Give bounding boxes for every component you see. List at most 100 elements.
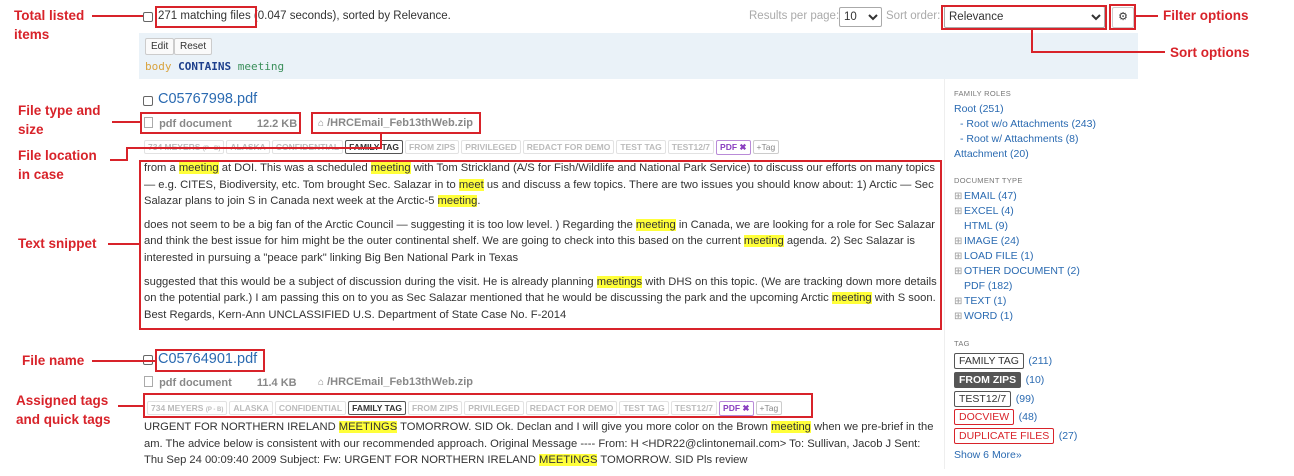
location-path: /HRCEmail_Feb13thWeb.zip xyxy=(327,117,473,129)
tag-test12[interactable]: TEST12/7 xyxy=(667,140,715,154)
facet-tag-duplicate[interactable]: DUPLICATE FILES (27) xyxy=(954,426,1077,444)
tag-meyers[interactable]: 734 MEYERS (P - B) xyxy=(144,140,225,154)
result-file-location[interactable]: ⌂ /HRCEmail_Feb13thWeb.zip xyxy=(318,117,473,129)
callout-line-tags xyxy=(118,405,143,407)
annotation-assigned-tags: Assigned tags and quick tags xyxy=(16,393,111,427)
result-file-location[interactable]: ⌂ /HRCEmail_Feb13thWeb.zip xyxy=(318,376,473,388)
query-panel: Edit Reset body CONTAINS meeting xyxy=(139,33,1138,79)
expand-icon[interactable]: ⊞ xyxy=(954,294,964,309)
callout-line-location-h2 xyxy=(110,159,128,161)
add-tag-button[interactable]: +Tag xyxy=(752,140,780,154)
document-icon xyxy=(144,376,153,387)
annotation-sort-options: Sort options xyxy=(1170,45,1250,60)
facet-text[interactable]: ⊞ TEXT (1) xyxy=(954,294,1006,309)
tag-pdf[interactable]: PDF ✖ xyxy=(716,140,751,155)
callout-line-total xyxy=(92,15,143,17)
annotation-file-type-size: File type and size xyxy=(18,103,101,137)
callout-line-filter xyxy=(1136,15,1158,17)
facet-heading: DOCUMENT TYPE xyxy=(954,176,1023,185)
facet-pdf[interactable]: PDF (182) xyxy=(954,279,1012,294)
file-type: pdf document xyxy=(159,377,232,389)
facet-load-file[interactable]: ⊞ LOAD FILE (1) xyxy=(954,249,1033,264)
remove-tag-icon[interactable]: ✖ xyxy=(742,403,749,413)
timing-text: (0.047 seconds), sorted by xyxy=(253,10,394,22)
tag-alaska[interactable]: ALASKA xyxy=(226,140,270,154)
filter-options-button[interactable]: ⚙ xyxy=(1112,7,1134,28)
folder-icon: ⌂ xyxy=(318,118,325,129)
facet-excel[interactable]: ⊞ EXCEL (4) xyxy=(954,204,1014,219)
annotation-filter-options: Filter options xyxy=(1163,8,1249,23)
matching-count: 271 matching files xyxy=(158,10,251,22)
tag-confidential[interactable]: CONFIDENTIAL xyxy=(271,140,344,154)
query-term: meeting xyxy=(237,60,285,73)
facet-email[interactable]: ⊞ EMAIL (47) xyxy=(954,189,1017,204)
facet-root[interactable]: Root (251) xyxy=(954,102,1004,117)
tag-family[interactable]: FAMILY TAG xyxy=(348,401,406,415)
result-checkbox[interactable] xyxy=(143,355,153,365)
tag-alaska[interactable]: ALASKA xyxy=(229,401,273,415)
sort-order-label: Sort order: xyxy=(886,10,941,22)
tag-test[interactable]: TEST TAG xyxy=(619,401,669,415)
sorted-by-value: Relevance xyxy=(393,10,448,22)
snippet-paragraph: URGENT FOR NORTHERN IRELAND MEETINGS TOM… xyxy=(144,421,934,467)
expand-icon[interactable]: ⊞ xyxy=(954,309,964,324)
expand-icon[interactable]: ⊞ xyxy=(954,234,964,249)
tag-meyers[interactable]: 734 MEYERS (P - B) xyxy=(147,401,228,415)
result-tag-row: 734 MEYERS (P - B) ALASKA CONFIDENTIAL FAMI… xyxy=(144,137,781,155)
facet-tag-test12[interactable]: TEST12/7 (99) xyxy=(954,389,1034,407)
facet-sidebar: FAMILY ROLES Root (251) - Root w/o Attac… xyxy=(944,79,1137,469)
expand-icon[interactable]: ⊞ xyxy=(954,204,964,219)
tag-pdf[interactable]: PDF ✖ xyxy=(719,401,754,416)
sort-order-select[interactable]: Relevance xyxy=(944,6,1105,28)
result-snippet: URGENT FOR NORTHERN IRELAND MEETINGS TOM… xyxy=(144,419,939,476)
reset-query-button[interactable]: Reset xyxy=(174,38,213,55)
expand-icon[interactable]: ⊞ xyxy=(954,264,964,279)
annotation-text-snippet: Text snippet xyxy=(18,236,97,251)
callout-line-snippet xyxy=(108,243,139,245)
tag-test[interactable]: TEST TAG xyxy=(616,140,666,154)
snippet-paragraph: does not seem to be a big fan of the Arc… xyxy=(144,218,936,264)
query-field: body xyxy=(145,60,172,73)
facet-heading: TAG xyxy=(954,339,970,348)
expand-icon[interactable]: ⊞ xyxy=(954,189,964,204)
facet-other-document[interactable]: ⊞ OTHER DOCUMENT (2) xyxy=(954,264,1080,279)
folder-icon: ⌂ xyxy=(318,377,325,388)
select-all-checkbox[interactable] xyxy=(143,12,153,22)
tag-privileged[interactable]: PRIVILEGED xyxy=(464,401,524,415)
result-file-name[interactable]: C05764901.pdf xyxy=(158,351,257,367)
remove-tag-icon[interactable]: ✖ xyxy=(739,142,746,152)
annotation-file-name: File name xyxy=(22,353,85,368)
facet-heading: FAMILY ROLES xyxy=(954,89,1012,98)
facet-root-with-attachments[interactable]: - Root w/ Attachments (8) xyxy=(960,132,1078,147)
edit-query-button[interactable]: Edit xyxy=(145,38,175,55)
tag-privileged[interactable]: PRIVILEGED xyxy=(461,140,521,154)
result-checkbox[interactable] xyxy=(143,96,153,106)
facet-root-without-attachments[interactable]: - Root w/o Attachments (243) xyxy=(960,117,1096,132)
results-per-page-select[interactable]: 10 xyxy=(839,7,882,27)
facet-image[interactable]: ⊞ IMAGE (24) xyxy=(954,234,1019,249)
tag-redact[interactable]: REDACT FOR DEMO xyxy=(522,140,615,154)
result-file-meta: pdf document 12.2 KB xyxy=(144,117,297,130)
result-file-name[interactable]: C05767998.pdf xyxy=(158,91,257,107)
callout-line-location-v2 xyxy=(126,147,128,161)
file-size: 11.4 KB xyxy=(256,377,297,389)
tag-from-zips[interactable]: FROM ZIPS xyxy=(408,401,463,415)
annotation-file-location: File location in case xyxy=(18,148,97,182)
snippet-paragraph: from a meeting at DOI. This was a schedu… xyxy=(144,162,935,208)
tag-family[interactable]: FAMILY TAG xyxy=(345,140,403,154)
add-tag-button[interactable]: +Tag xyxy=(755,401,783,415)
facet-word[interactable]: ⊞ WORD (1) xyxy=(954,309,1013,324)
facet-tag-docview[interactable]: DOCVIEW (48) xyxy=(954,407,1037,425)
result-snippet: from a meeting at DOI. This was a schedu… xyxy=(144,160,939,330)
tag-test12[interactable]: TEST12/7 xyxy=(670,401,718,415)
query-expression: body CONTAINS meeting xyxy=(145,60,284,73)
facet-tag-family[interactable]: FAMILY TAG (211) xyxy=(954,351,1052,369)
expand-icon[interactable]: ⊞ xyxy=(954,249,964,264)
tag-redact[interactable]: REDACT FOR DEMO xyxy=(525,401,618,415)
facet-attachment[interactable]: Attachment (20) xyxy=(954,147,1029,162)
facet-tag-from-zips[interactable]: FROM ZIPS (10) xyxy=(954,370,1044,388)
show-more-link[interactable]: Show 6 More» xyxy=(954,448,1022,463)
tag-from-zips[interactable]: FROM ZIPS xyxy=(405,140,460,154)
tag-confidential[interactable]: CONFIDENTIAL xyxy=(274,401,347,415)
facet-html[interactable]: HTML (9) xyxy=(954,219,1008,234)
